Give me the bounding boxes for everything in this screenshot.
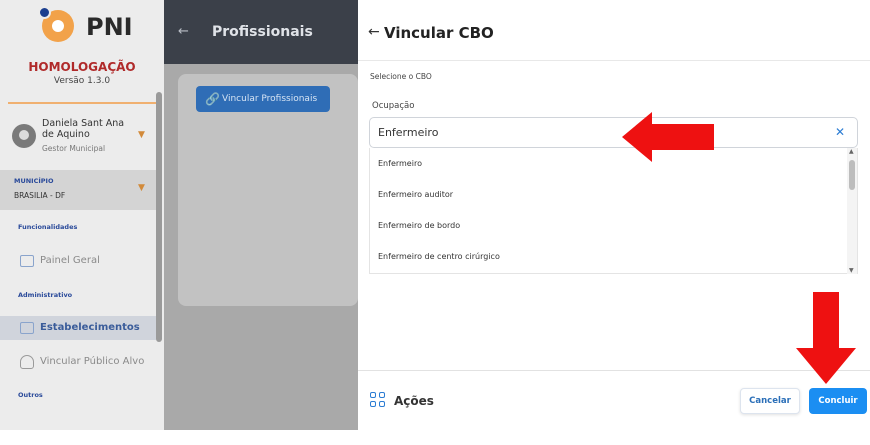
actions-grid-icon xyxy=(370,392,386,408)
person-icon xyxy=(20,355,34,369)
option-enfermeiro[interactable]: Enfermeiro xyxy=(378,159,422,168)
annotation-arrow-left-icon xyxy=(622,112,714,162)
screen: PNI HOMOLOGAÇÃO Versão 1.3.0 Daniela San… xyxy=(0,0,870,445)
option-enfermeiro-centro-cirurgico[interactable]: Enfermeiro de centro cirúrgico xyxy=(378,252,500,261)
occupation-label: Ocupação xyxy=(372,101,415,111)
sidebar-item-label: Vincular Público Alvo xyxy=(40,356,145,367)
section-title-funcionalidades: Funcionalidades xyxy=(18,223,78,231)
divider xyxy=(8,102,156,104)
occupation-value[interactable]: Enfermeiro xyxy=(378,126,438,139)
municipality-label: MUNICÍPIO xyxy=(14,177,54,185)
sidebar-item-painel-geral[interactable]: Painel Geral xyxy=(0,249,156,273)
button-label: Vincular Profissionais xyxy=(222,94,318,104)
municipality-value[interactable]: BRASILIA - DF xyxy=(14,191,65,200)
link-icon: 🔗 xyxy=(205,92,220,106)
occupation-options-list: Enfermeiro Enfermeiro auditor Enfermeiro… xyxy=(369,148,858,274)
divider xyxy=(358,60,870,61)
sidebar-scrollbar[interactable] xyxy=(156,92,162,342)
occupation-input[interactable]: Enfermeiro ✕ xyxy=(369,117,858,148)
back-arrow-icon[interactable]: ← xyxy=(368,24,380,40)
sidebar-item-estabelecimentos[interactable]: Estabelecimentos xyxy=(0,316,156,340)
option-enfermeiro-auditor[interactable]: Enfermeiro auditor xyxy=(378,190,453,199)
user-name[interactable]: Daniela Sant Ana de Aquino xyxy=(42,118,132,140)
dashboard-icon xyxy=(20,255,34,267)
scroll-up-icon[interactable]: ▲ xyxy=(849,148,854,155)
back-arrow-icon[interactable]: ← xyxy=(178,24,189,39)
annotation-arrow-down-icon xyxy=(796,292,856,384)
scroll-thumb[interactable] xyxy=(849,160,855,190)
sidebar-item-label: Painel Geral xyxy=(40,255,100,266)
environment-label: HOMOLOGAÇÃO xyxy=(28,60,136,74)
municipality-selector[interactable] xyxy=(0,170,156,210)
divider xyxy=(358,370,870,371)
sidebar-item-label: Estabelecimentos xyxy=(40,322,140,333)
option-enfermeiro-de-bordo[interactable]: Enfermeiro de bordo xyxy=(378,221,460,230)
select-cbo-label: Selecione o CBO xyxy=(370,72,432,81)
brand-name: PNI xyxy=(86,13,133,41)
vincular-profissionais-button[interactable]: 🔗 Vincular Profissionais xyxy=(196,86,330,112)
top-bar: ← Profissionais xyxy=(164,0,358,64)
chevron-down-icon[interactable]: ▼ xyxy=(138,183,145,193)
page-title: Profissionais xyxy=(212,24,313,40)
section-title-administrativo: Administrativo xyxy=(18,291,73,299)
user-role: Gestor Municipal xyxy=(42,144,106,153)
pni-logo xyxy=(38,6,74,42)
chevron-down-icon[interactable]: ▼ xyxy=(138,130,145,140)
building-icon xyxy=(20,322,34,334)
conclude-button[interactable]: Concluir xyxy=(809,388,867,414)
sidebar: PNI HOMOLOGAÇÃO Versão 1.3.0 Daniela San… xyxy=(0,0,164,430)
avatar[interactable] xyxy=(12,124,36,148)
version-label: Versão 1.3.0 xyxy=(53,76,111,86)
cancel-button[interactable]: Cancelar xyxy=(740,388,800,414)
sidebar-item-vincular-publico-alvo[interactable]: Vincular Público Alvo xyxy=(0,350,156,374)
actions-label: Ações xyxy=(394,394,434,408)
options-scrollbar[interactable]: ▲ ▼ xyxy=(847,148,857,274)
clear-icon[interactable]: ✕ xyxy=(835,125,845,139)
drawer-title: Vincular CBO xyxy=(384,24,494,42)
scroll-down-icon[interactable]: ▼ xyxy=(849,267,854,274)
section-title-outros: Outros xyxy=(18,391,43,399)
vincular-cbo-drawer: ← Vincular CBO Selecione o CBO Ocupação … xyxy=(358,0,870,430)
